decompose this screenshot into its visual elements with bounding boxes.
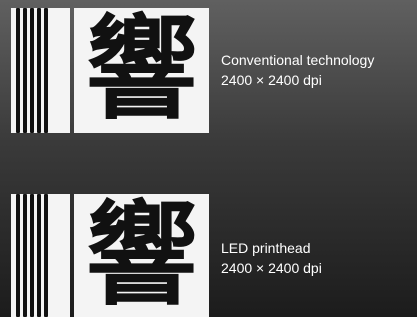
print-line: [37, 194, 41, 317]
print-line: [30, 8, 34, 133]
caption-title: Conventional technology: [221, 52, 375, 68]
line-bars: [11, 8, 70, 133]
print-line: [30, 194, 34, 317]
print-line: [44, 194, 48, 317]
print-line: [23, 194, 27, 317]
kanji-glyph: 響: [85, 8, 198, 133]
conventional-caption: Conventional technology 2400 × 2400 dpi: [221, 50, 374, 90]
caption-resolution: 2400 × 2400 dpi: [221, 72, 322, 88]
led-lines-sample: [11, 194, 70, 317]
print-line: [37, 8, 41, 133]
conventional-lines-sample: [11, 8, 70, 133]
conventional-glyph-sample: 響: [74, 8, 209, 133]
print-line: [23, 8, 27, 133]
caption-resolution: 2400 × 2400 dpi: [221, 260, 322, 276]
print-line: [16, 8, 20, 133]
led-caption: LED printhead 2400 × 2400 dpi: [221, 238, 322, 278]
print-line: [16, 194, 20, 317]
kanji-glyph: 響: [85, 194, 198, 317]
line-bars: [11, 194, 70, 317]
caption-title: LED printhead: [221, 240, 311, 256]
print-line: [44, 8, 48, 133]
led-glyph-sample: 響: [74, 194, 209, 317]
